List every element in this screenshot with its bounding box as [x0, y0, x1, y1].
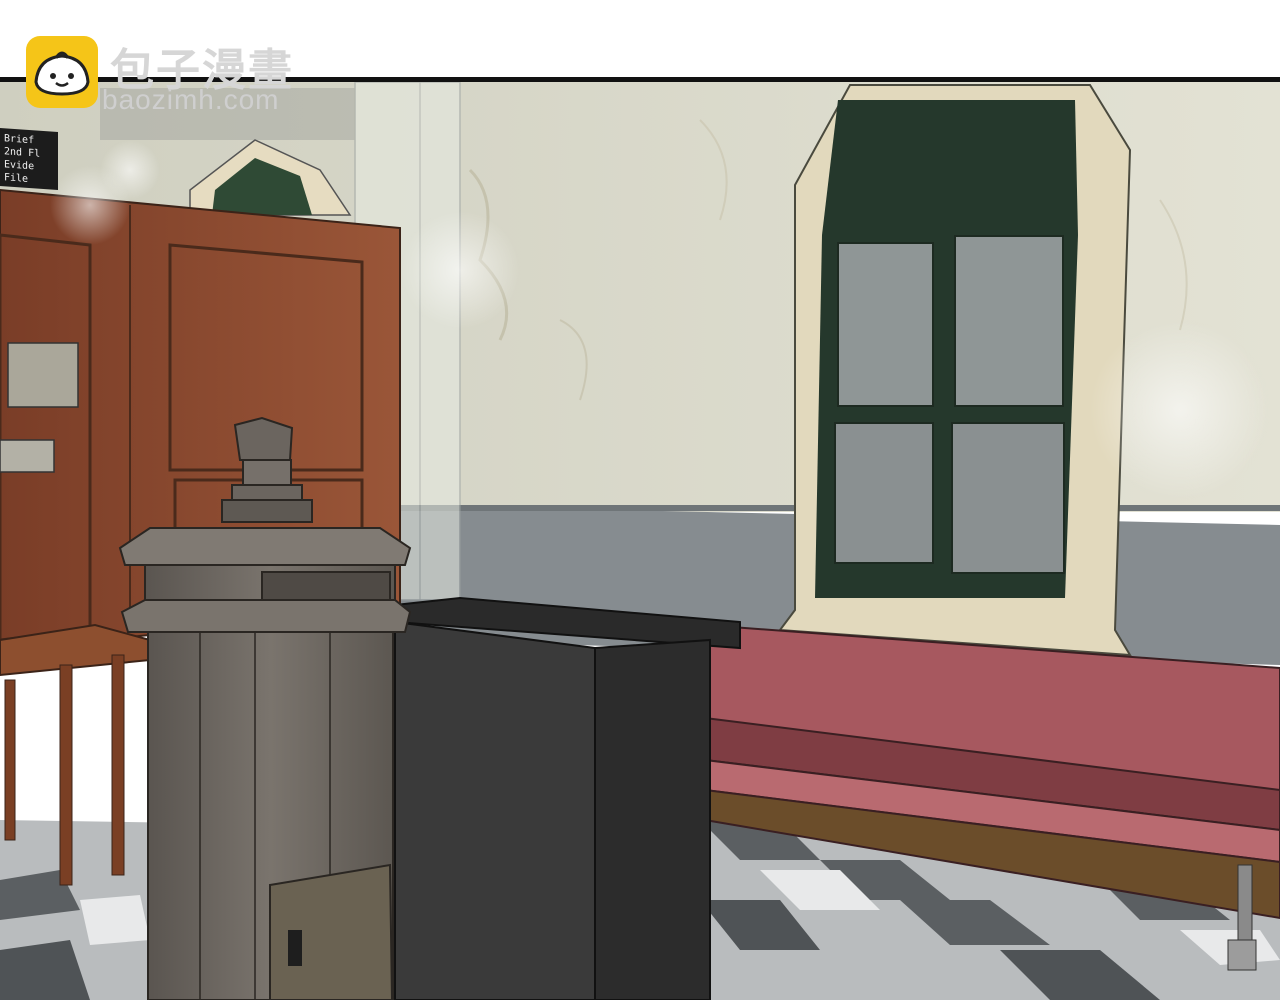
- bun-face-icon: [26, 36, 98, 108]
- site-watermark: 包子漫畫 baozimh.com: [24, 34, 324, 115]
- illustrated-room-scene: [0, 82, 1280, 1000]
- wall-sign: Brief 2nd Fl Evide File: [0, 127, 58, 191]
- large-arched-window: [778, 84, 1132, 657]
- black-cabinet: [394, 596, 741, 1000]
- brand-url: baozimh.com: [102, 84, 280, 115]
- sign-line: File: [4, 172, 29, 185]
